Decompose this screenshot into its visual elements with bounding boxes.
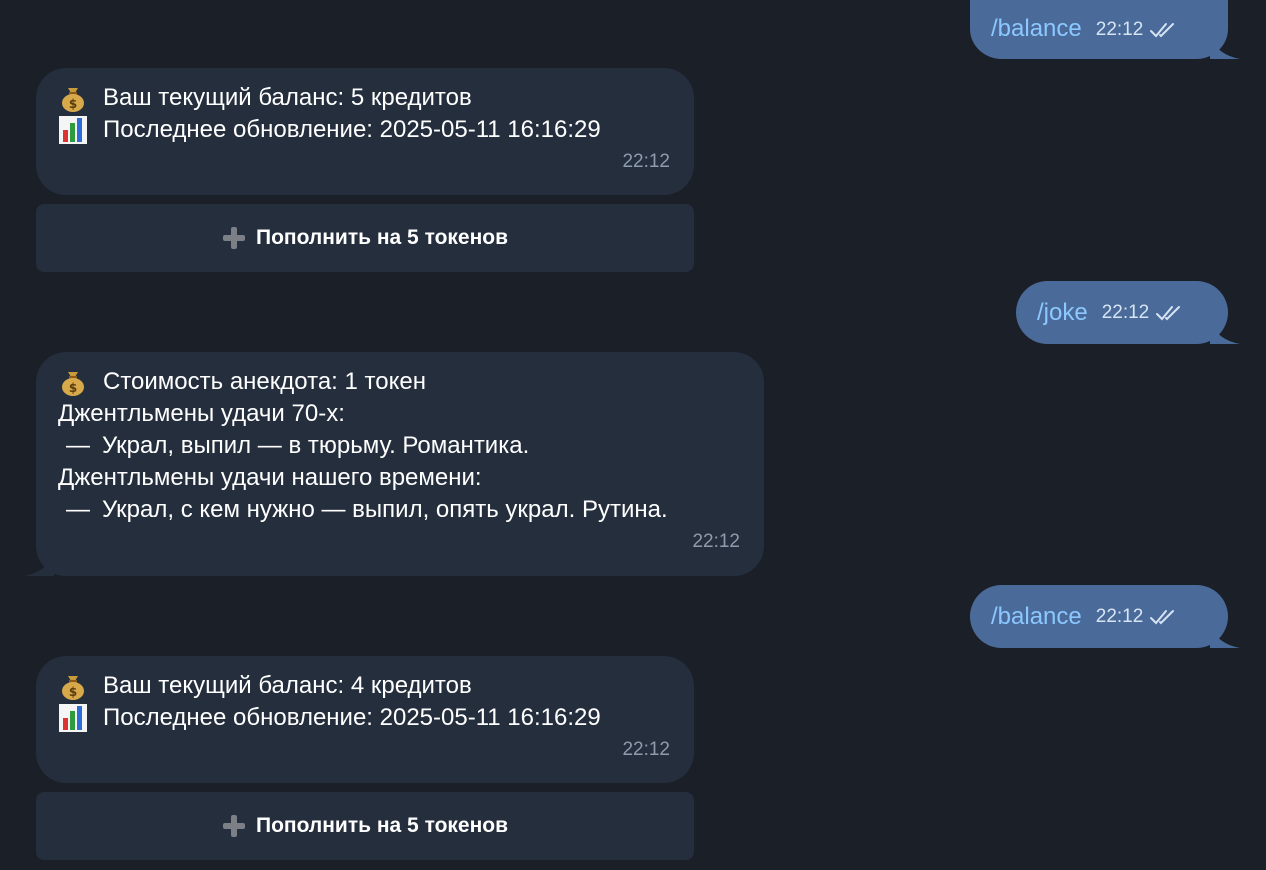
dialogue-dash: — [66, 496, 90, 523]
outgoing-message[interactable]: /balance 22:12 [970, 585, 1240, 648]
balance-text: Ваш текущий баланс: 5 кредитов [103, 84, 472, 111]
cost-text: Стоимость анекдота: 1 токен [103, 368, 426, 395]
message-time: 22:12 [1095, 18, 1144, 40]
outgoing-message[interactable]: /balance 22:12 [970, 0, 1240, 59]
message-meta: 22:12 [1102, 302, 1186, 324]
top-up-button-label: Пополнить на 5 токенов [255, 814, 509, 837]
dialogue-dash: — [66, 432, 90, 459]
double-check-icon [1150, 609, 1175, 624]
message-time: 22:12 [692, 531, 740, 552]
command-link[interactable]: /joke [1037, 299, 1088, 327]
top-up-button-label: Пополнить на 5 токенов [255, 226, 509, 249]
message-time: 22:12 [622, 151, 670, 172]
message-line: Последнее обновление: 2025-05-11 16:16:2… [58, 114, 670, 146]
double-check-icon [1150, 22, 1175, 37]
message-line: Последнее обновление: 2025-05-11 16:16:2… [58, 702, 670, 734]
incoming-message: $ Ваш текущий баланс: 4 кредитов Последн… [36, 656, 694, 783]
message-meta: 22:12 [1096, 19, 1180, 41]
update-text: Последнее обновление: 2025-05-11 16:16:2… [103, 704, 601, 731]
joke-line-text: Украл, выпил — в тюрьму. Романтика. [102, 432, 530, 459]
outgoing-message[interactable]: /joke 22:12 [1016, 281, 1240, 344]
message-time: 22:12 [1095, 605, 1144, 627]
plus-icon [222, 226, 246, 250]
money-bag-icon: $ [62, 372, 84, 396]
joke-line: — Украл, с кем нужно — выпил, опять укра… [58, 494, 740, 526]
svg-text:$: $ [69, 685, 77, 699]
bar-chart-icon [59, 116, 87, 144]
bubble-tail [24, 554, 54, 576]
plus-icon [222, 814, 246, 838]
money-bag-icon: $ [62, 88, 84, 112]
joke-line: Джентльмены удачи 70-х: [58, 400, 345, 427]
bubble-tail [1210, 626, 1240, 648]
message-meta: 22:12 [1096, 606, 1180, 628]
joke-line: Джентльмены удачи нашего времени: [58, 464, 482, 491]
message-time: 22:12 [622, 739, 670, 760]
command-link[interactable]: /balance [991, 603, 1082, 631]
update-text: Последнее обновление: 2025-05-11 16:16:2… [103, 116, 601, 143]
joke-line-text: Украл, с кем нужно — выпил, опять украл.… [102, 496, 668, 523]
command-link[interactable]: /balance [991, 15, 1082, 43]
message-line: $ Ваш текущий баланс: 4 кредитов [58, 670, 670, 702]
message-line: $ Ваш текущий баланс: 5 кредитов [58, 82, 670, 114]
balance-text: Ваш текущий баланс: 4 кредитов [103, 672, 472, 699]
bubble-tail [1210, 37, 1240, 59]
top-up-button[interactable]: Пополнить на 5 токенов [36, 792, 694, 860]
incoming-message: $ Ваш текущий баланс: 5 кредитов Последн… [36, 68, 694, 195]
joke-line: — Украл, выпил — в тюрьму. Романтика. [58, 430, 740, 462]
incoming-message: $ Стоимость анекдота: 1 токен Джентльмен… [24, 352, 764, 576]
svg-text:$: $ [69, 97, 77, 111]
bubble-tail [1210, 322, 1240, 344]
message-line: $ Стоимость анекдота: 1 токен [58, 366, 740, 398]
message-time: 22:12 [1101, 301, 1150, 323]
bar-chart-icon [59, 704, 87, 732]
svg-text:$: $ [69, 381, 77, 395]
money-bag-icon: $ [62, 676, 84, 700]
double-check-icon [1156, 305, 1181, 320]
top-up-button[interactable]: Пополнить на 5 токенов [36, 204, 694, 272]
